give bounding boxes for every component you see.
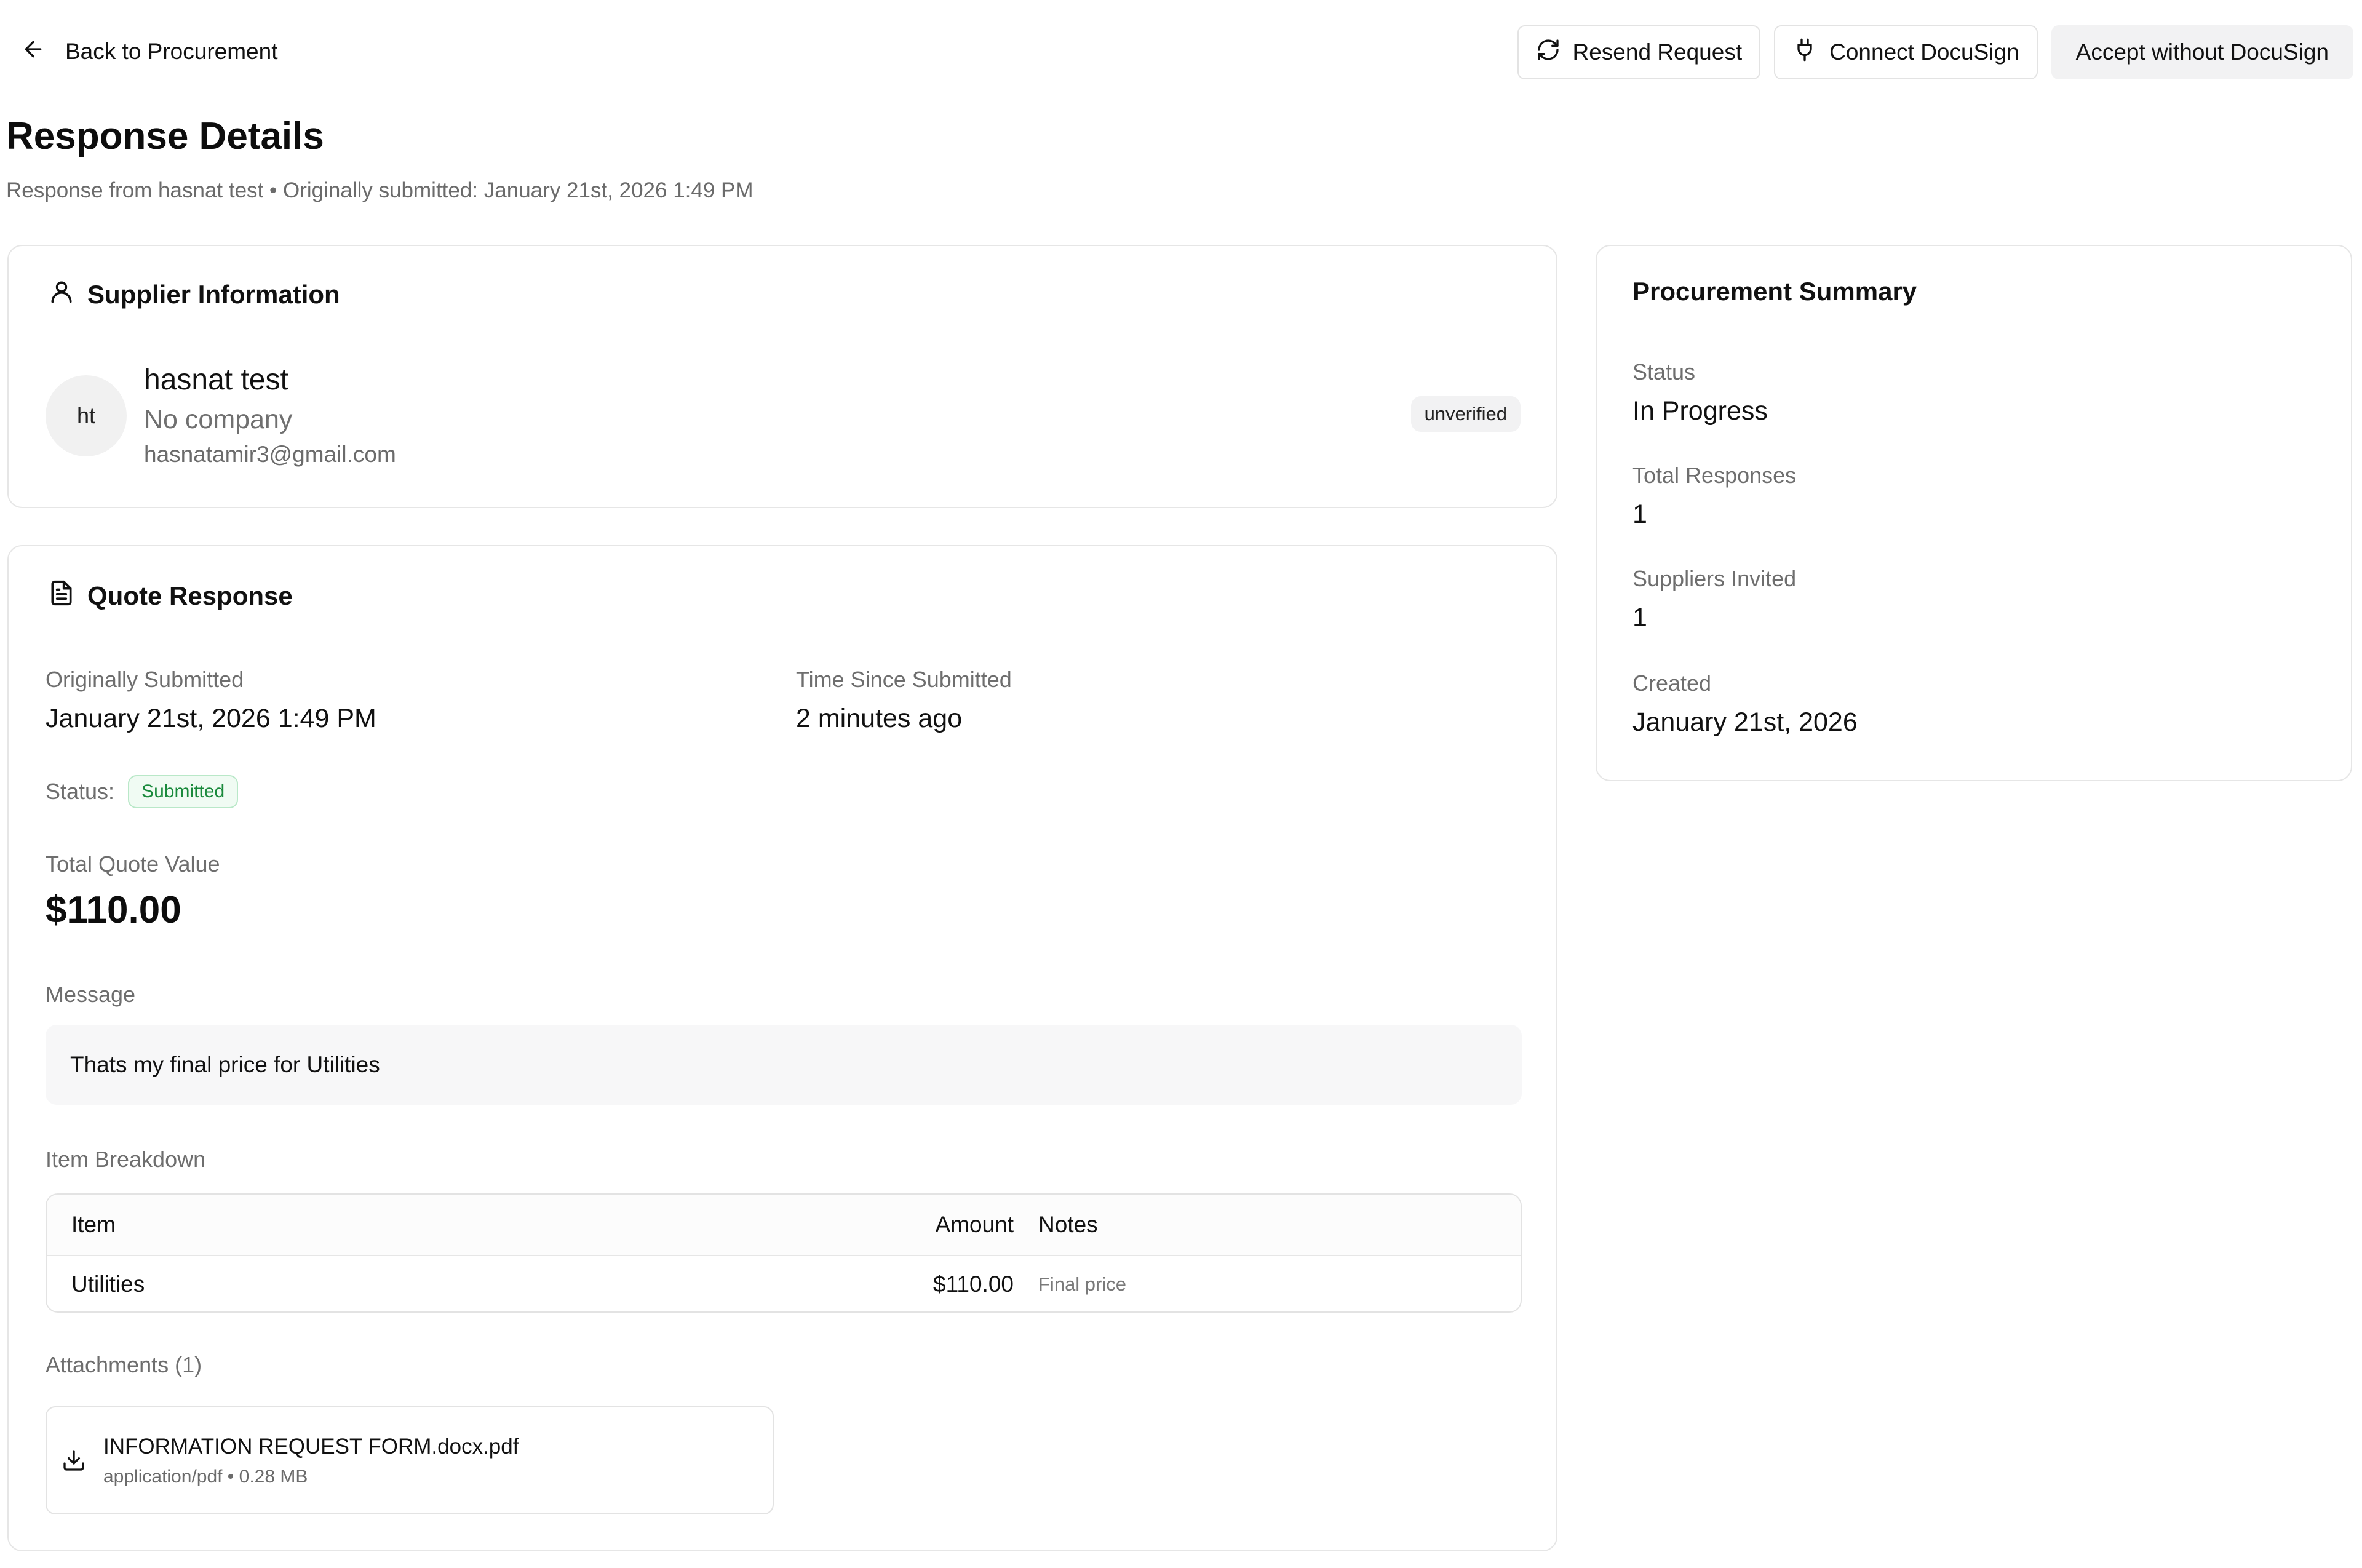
quote-response-card: Quote Response Originally Submitted Janu… — [7, 545, 1557, 1551]
connect-docusign-label: Connect DocuSign — [1829, 39, 2019, 65]
resend-request-label: Resend Request — [1572, 39, 1743, 65]
user-icon — [48, 278, 75, 311]
summary-responses-value: 1 — [1632, 499, 1647, 529]
arrow-left-icon — [21, 37, 46, 67]
file-text-icon — [48, 579, 75, 613]
message-label: Message — [46, 982, 136, 1007]
supplier-card-title: Supplier Information — [87, 280, 340, 309]
back-link-label: Back to Procurement — [65, 39, 278, 64]
summary-status-value: In Progress — [1632, 396, 1768, 426]
response-details-page: Back to Procurement Resend Request Conne… — [0, 0, 2362, 1568]
table-header-row: Item Amount Notes — [47, 1195, 1521, 1256]
supplier-information-card: Supplier Information ht hasnat test No c… — [7, 245, 1557, 508]
header-actions: Resend Request Connect DocuSign Accept w… — [1517, 25, 2353, 79]
summary-created-value: January 21st, 2026 — [1632, 707, 1858, 737]
row-item: Utilities — [71, 1272, 145, 1297]
accept-without-docusign-button[interactable]: Accept without DocuSign — [2051, 25, 2353, 79]
total-quote-value: $110.00 — [46, 889, 181, 931]
procurement-summary-card: Procurement Summary Status In Progress T… — [1596, 245, 2352, 781]
resend-request-button[interactable]: Resend Request — [1517, 25, 1761, 79]
column-header-amount: Amount — [935, 1212, 1014, 1237]
avatar: ht — [46, 375, 127, 456]
quote-status-label: Status: — [46, 779, 115, 804]
message-text: Thats my final price for Utilities — [70, 1052, 380, 1077]
summary-responses-label: Total Responses — [1632, 463, 1797, 488]
attachments-label: Attachments (1) — [46, 1352, 202, 1377]
row-amount: $110.00 — [933, 1272, 1014, 1297]
page-subtitle: Response from hasnat test • Originally s… — [6, 178, 754, 202]
summary-invited-label: Suppliers Invited — [1632, 566, 1797, 591]
table-row: Utilities $110.00 Final price — [47, 1256, 1521, 1311]
quote-card-title: Quote Response — [87, 581, 293, 610]
column-header-item: Item — [71, 1212, 116, 1237]
message-box: Thats my final price for Utilities — [46, 1025, 1522, 1105]
item-breakdown-table: Item Amount Notes Utilities $110.00 Fina… — [46, 1193, 1522, 1313]
connect-docusign-button[interactable]: Connect DocuSign — [1774, 25, 2038, 79]
time-since-submitted-label: Time Since Submitted — [796, 667, 1012, 692]
item-breakdown-label: Item Breakdown — [46, 1147, 206, 1172]
summary-created-label: Created — [1632, 671, 1712, 696]
verification-badge: unverified — [1410, 396, 1521, 432]
attachment-meta: application/pdf • 0.28 MB — [103, 1467, 308, 1487]
originally-submitted-value: January 21st, 2026 1:49 PM — [46, 704, 376, 733]
attachment-name: INFORMATION REQUEST FORM.docx.pdf — [103, 1435, 519, 1459]
summary-status-label: Status — [1632, 359, 1696, 384]
summary-invited-value: 1 — [1632, 603, 1647, 632]
accept-without-docusign-label: Accept without DocuSign — [2075, 39, 2329, 65]
originally-submitted-label: Originally Submitted — [46, 667, 244, 692]
supplier-card-header: Supplier Information — [48, 278, 340, 311]
supplier-email: hasnatamir3@gmail.com — [144, 442, 396, 467]
status-badge: Submitted — [128, 775, 239, 808]
column-header-notes: Notes — [1038, 1212, 1098, 1237]
supplier-name: hasnat test — [144, 364, 288, 396]
time-since-submitted-value: 2 minutes ago — [796, 704, 963, 733]
page-title: Response Details — [6, 115, 324, 157]
plug-icon — [1792, 38, 1817, 68]
row-notes: Final price — [1038, 1273, 1126, 1295]
quote-status-row: Status: Submitted — [46, 775, 239, 808]
supplier-company: No company — [144, 405, 293, 434]
refresh-icon — [1536, 38, 1561, 68]
quote-card-header: Quote Response — [48, 579, 293, 613]
summary-card-title: Procurement Summary — [1632, 277, 1917, 306]
back-to-procurement-link[interactable]: Back to Procurement — [21, 34, 277, 69]
attachment-item[interactable]: INFORMATION REQUEST FORM.docx.pdf applic… — [46, 1406, 774, 1514]
total-quote-value-label: Total Quote Value — [46, 851, 220, 877]
